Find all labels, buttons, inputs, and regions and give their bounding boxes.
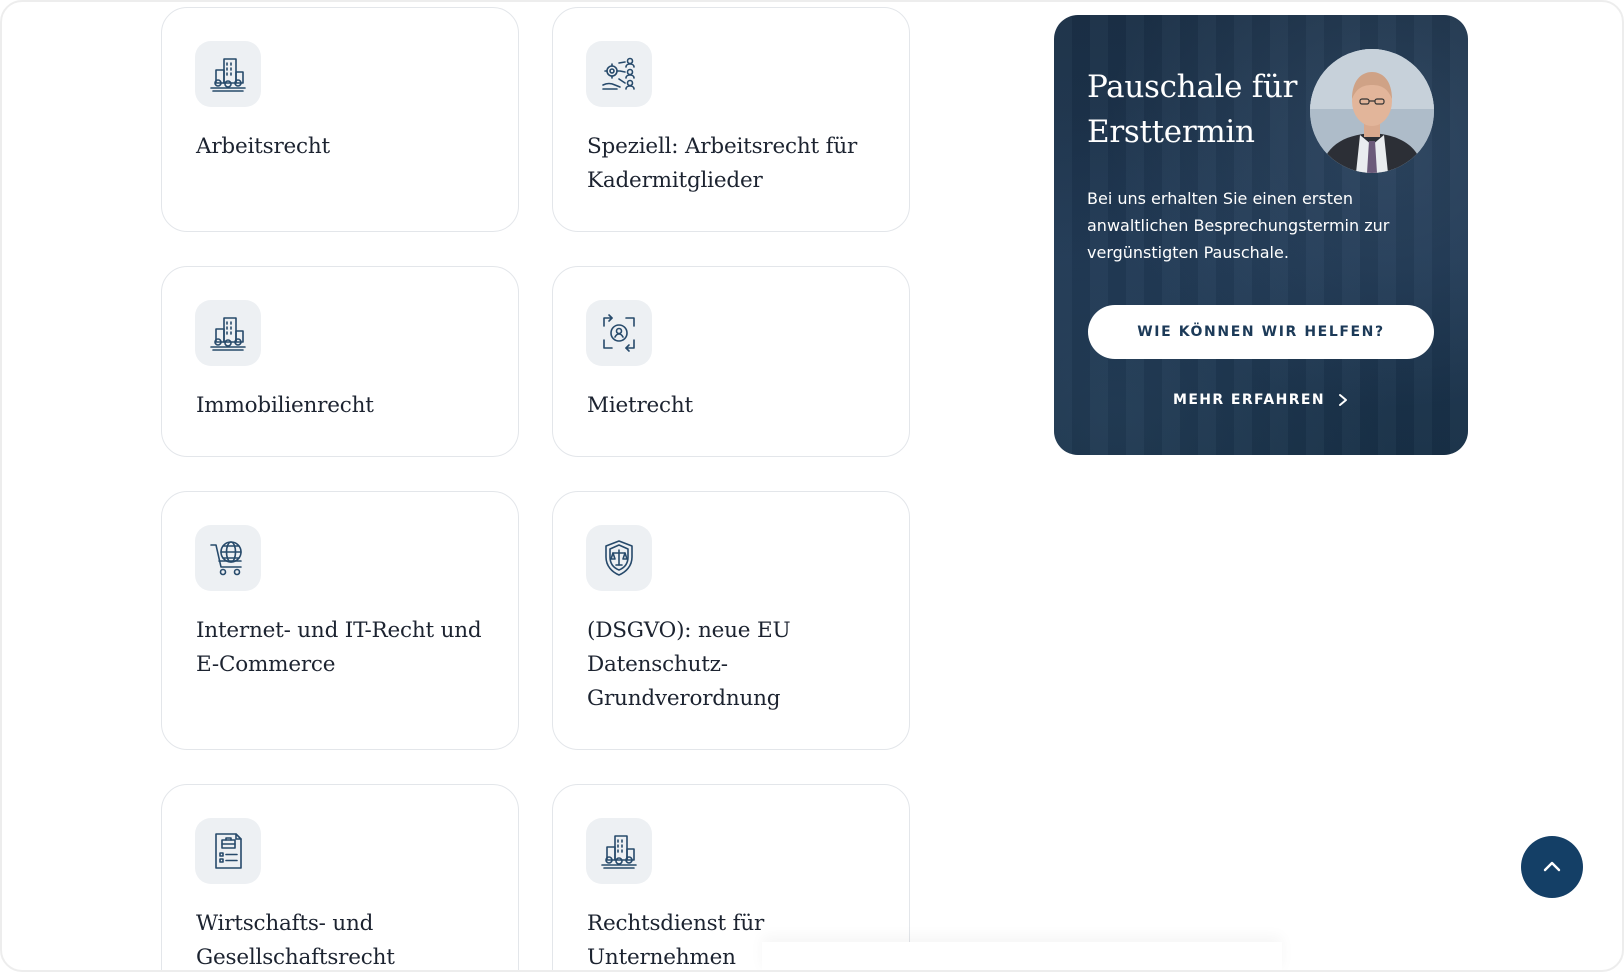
tenant-cycle-icon (586, 300, 652, 366)
service-card-internet-it-recht[interactable]: Internet- und IT-Recht und E-Commerce (161, 491, 519, 750)
city-buildings-icon (195, 300, 261, 366)
service-card-label: Mietrecht (587, 393, 693, 418)
service-card-label: Speziell: Arbeitsrecht für Kadermitglied… (587, 134, 858, 193)
service-card-label: Immobilienrecht (196, 393, 374, 418)
city-buildings-icon (586, 818, 652, 884)
learn-more-label: MEHR ERFAHREN (1173, 392, 1325, 408)
service-card-dsgvo[interactable]: (DSGVO): neue EU Datenschutz-Grundverord… (552, 491, 910, 750)
service-card-label: Internet- und IT-Recht und E-Commerce (196, 618, 482, 677)
service-card-label: (DSGVO): neue EU Datenschutz-Grundverord… (587, 618, 791, 711)
page: Arbeitsrecht Speziell: Arbeitsrecht für … (0, 0, 1624, 972)
promo-card: Pauschale für Ersttermin Bei uns erhalte… (1054, 15, 1468, 455)
chevron-right-icon (1338, 394, 1347, 406)
avatar (1310, 49, 1434, 173)
learn-more-link[interactable]: MEHR ERFAHREN (1054, 387, 1468, 413)
service-card-label: Wirtschafts- und Gesellschaftsrecht (196, 911, 395, 970)
service-card-wirtschaftsrecht[interactable]: Wirtschafts- und Gesellschaftsrecht (161, 784, 519, 970)
globe-cart-icon (195, 525, 261, 591)
document-briefcase-icon (195, 818, 261, 884)
scroll-to-top-button[interactable] (1521, 836, 1583, 898)
city-buildings-icon (195, 41, 261, 107)
bottom-overlay (762, 942, 1282, 970)
promo-title: Pauschale für Ersttermin (1087, 69, 1298, 150)
service-card-immobilienrecht[interactable]: Immobilienrecht (161, 266, 519, 457)
shield-scales-icon (586, 525, 652, 591)
promo-description: Bei uns erhalten Sie einen ersten anwalt… (1087, 189, 1390, 262)
service-card-kadermitglieder[interactable]: Speziell: Arbeitsrecht für Kadermitglied… (552, 7, 910, 232)
team-network-icon (586, 41, 652, 107)
service-card-arbeitsrecht[interactable]: Arbeitsrecht (161, 7, 519, 232)
chevron-up-icon (1543, 861, 1561, 872)
cta-help-button[interactable]: WIE KÖNNEN WIR HELFEN? (1088, 305, 1434, 359)
service-card-mietrecht[interactable]: Mietrecht (552, 266, 910, 457)
service-card-label: Arbeitsrecht (196, 134, 330, 159)
